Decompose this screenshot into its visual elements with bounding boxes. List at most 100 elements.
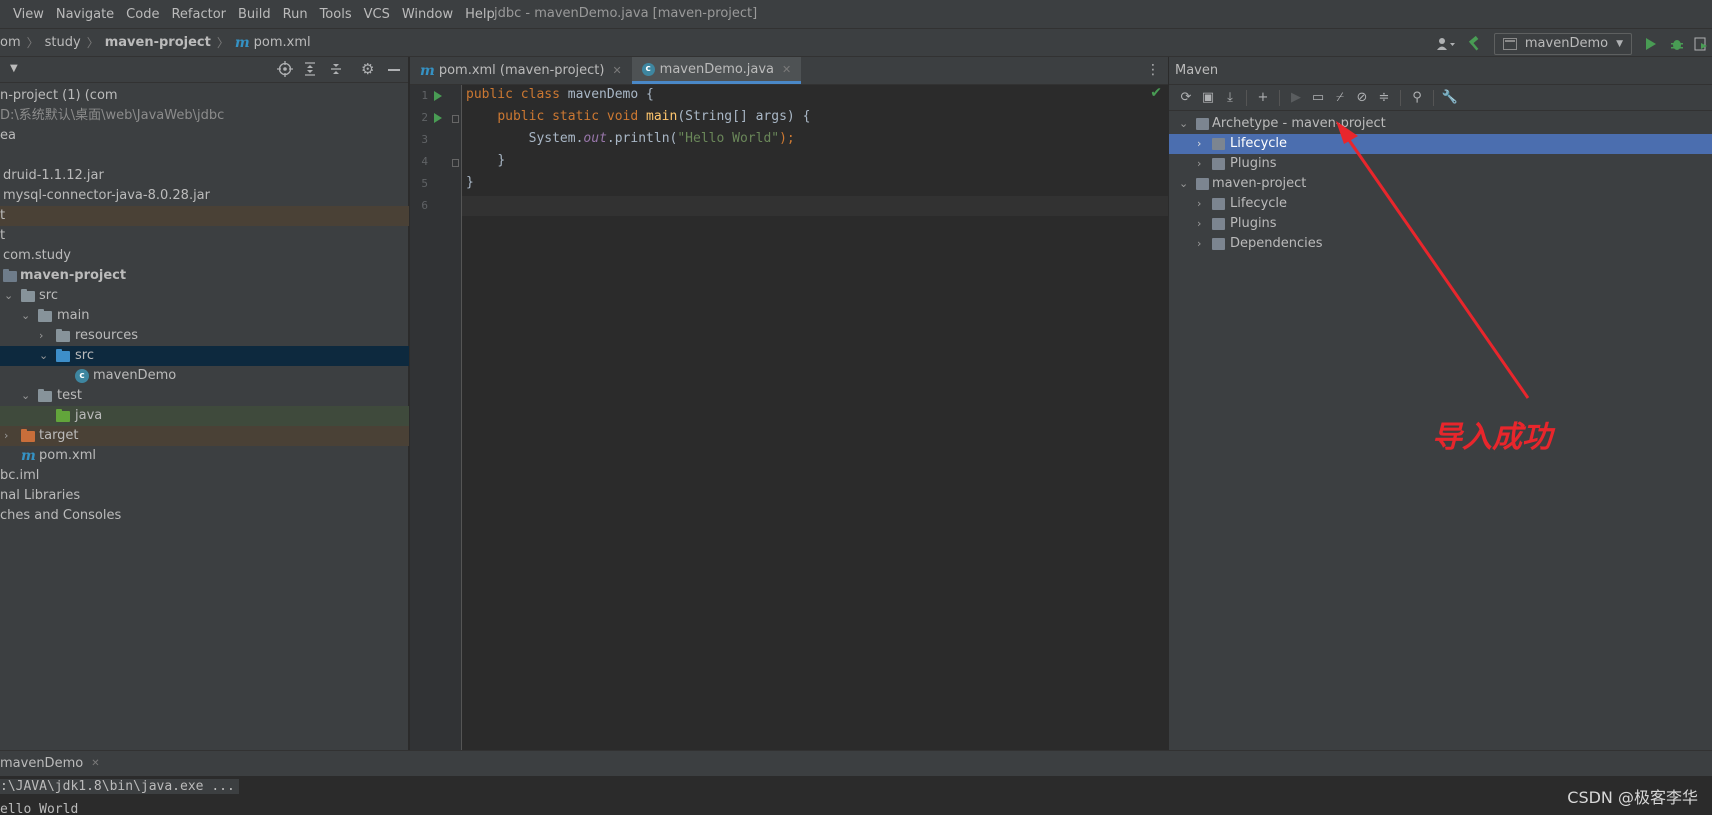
tab-pom-xml[interactable]: m pom.xml (maven-project) ✕ <box>410 57 632 84</box>
console-output[interactable]: :\JAVA\jdk1.8\bin\java.exe ... ello Worl… <box>0 776 1712 815</box>
tab-mavendemo-java[interactable]: c mavenDemo.java ✕ <box>631 57 802 84</box>
project-tool-window: ▼ ⚙ n-project (1) (com D:\系统默认\桌面\web\Ja… <box>0 57 409 750</box>
maven-item-lifecycle-1[interactable]: › Lifecycle <box>1169 134 1712 154</box>
code-editor[interactable]: 1 2 3 4 5 6 public class mavenDemo { pub… <box>410 85 1168 750</box>
menu-tools[interactable]: Tools <box>315 7 357 22</box>
more-options-icon[interactable]: ⋮ <box>1146 62 1160 78</box>
run-configuration-select[interactable]: mavenDemo ▼ <box>1493 32 1632 55</box>
maven-toolbar: ⟳ ▣ ⤓ + ▶ ▭ ⌿ ⊘ ≑ ⚲ 🔧 <box>1169 85 1712 111</box>
chevron-down-icon[interactable]: ⌄ <box>1179 114 1188 134</box>
breadcrumb-maven-project[interactable]: maven-project <box>105 35 211 50</box>
menu-vcs[interactable]: VCS <box>359 7 395 22</box>
maven-item-lifecycle-2[interactable]: › Lifecycle <box>1169 194 1712 214</box>
reload-folder-icon[interactable]: ▣ <box>1197 87 1219 109</box>
download-icon[interactable]: ⤓ <box>1219 87 1241 109</box>
tree-item-project-path: D:\系统默认\桌面\web\JavaWeb\jdbc <box>0 106 409 126</box>
coverage-icon[interactable] <box>1690 37 1712 51</box>
minimize-icon[interactable] <box>388 69 400 71</box>
toggle-offline-icon[interactable]: ⌿ <box>1329 87 1351 109</box>
tree-item-src-selected[interactable]: ⌄ src <box>0 346 409 366</box>
tree-item-idea[interactable]: ea <box>0 126 409 146</box>
tree-item-java[interactable]: java <box>0 406 409 426</box>
code-keyword: public class <box>466 87 560 102</box>
fold-icon[interactable] <box>452 159 459 167</box>
skip-tests-icon[interactable]: ⊘ <box>1351 87 1373 109</box>
chevron-right-icon: 〉 <box>26 36 39 50</box>
tree-item-external-libraries[interactable]: nal Libraries <box>0 486 409 506</box>
chevron-right-icon[interactable]: › <box>4 426 8 446</box>
chevron-down-icon[interactable]: ▼ <box>10 63 18 74</box>
run-icon[interactable] <box>1638 37 1664 51</box>
maven-item-plugins-1[interactable]: › Plugins <box>1169 154 1712 174</box>
menu-run[interactable]: Run <box>278 7 313 22</box>
chevron-right-icon[interactable]: › <box>1197 194 1201 214</box>
maven-item-archetype-project[interactable]: ⌄ Archetype - maven-project <box>1169 114 1712 134</box>
chevron-right-icon[interactable]: › <box>1197 234 1201 254</box>
chevron-right-icon[interactable]: › <box>1197 134 1201 154</box>
add-icon[interactable]: + <box>1252 87 1274 109</box>
tree-item-pom[interactable]: m pom.xml <box>0 446 409 466</box>
run-gutter-icon[interactable] <box>434 91 442 101</box>
run-icon[interactable]: ▶ <box>1285 87 1307 109</box>
tree-item-mysql-jar[interactable]: mysql-connector-java-8.0.28.jar <box>0 186 409 206</box>
execute-goal-icon[interactable]: ▭ <box>1307 87 1329 109</box>
tree-item-com-study[interactable]: com.study <box>0 246 409 266</box>
menu-navigate[interactable]: Navigate <box>51 7 119 22</box>
fold-icon[interactable] <box>452 115 459 123</box>
maven-item-plugins-2[interactable]: › Plugins <box>1169 214 1712 234</box>
menu-build[interactable]: Build <box>233 7 276 22</box>
tree-item-out[interactable]: t <box>0 206 409 226</box>
expand-all-icon[interactable] <box>302 61 318 81</box>
tree-item-project-root[interactable]: n-project (1) (com <box>0 86 409 106</box>
user-icon[interactable] <box>1432 37 1460 51</box>
maven-item-maven-project[interactable]: ⌄ maven-project <box>1169 174 1712 194</box>
reload-icon[interactable]: ⟳ <box>1175 87 1197 109</box>
chevron-right-icon: 〉 <box>216 36 229 50</box>
tree-item-src[interactable]: ⌄ src <box>0 286 409 306</box>
chevron-right-icon[interactable]: › <box>1197 214 1201 234</box>
menu-window[interactable]: Window <box>397 7 458 22</box>
tree-item-resources[interactable]: › resources <box>0 326 409 346</box>
chevron-down-icon[interactable]: ⌄ <box>4 286 13 306</box>
breadcrumb-study[interactable]: study <box>45 35 81 50</box>
tree-item-test[interactable]: ⌄ test <box>0 386 409 406</box>
debug-icon[interactable] <box>1664 37 1690 51</box>
maven-item-dependencies[interactable]: › Dependencies <box>1169 234 1712 254</box>
run-gutter-icon[interactable] <box>434 113 442 123</box>
locate-icon[interactable] <box>277 61 293 81</box>
wrench-icon[interactable]: 🔧 <box>1439 87 1461 109</box>
collapse-all-icon[interactable] <box>328 61 344 81</box>
code-field: out <box>583 131 607 146</box>
chevron-down-icon[interactable]: ⌄ <box>1179 174 1188 194</box>
tree-item-druid-jar[interactable]: druid-1.1.12.jar <box>0 166 409 186</box>
close-icon[interactable]: ✕ <box>612 64 621 77</box>
tree-item-iml[interactable]: bc.iml <box>0 466 409 486</box>
chevron-down-icon[interactable]: ⌄ <box>21 386 30 406</box>
tree-item-mavendemo[interactable]: c mavenDemo <box>0 366 409 386</box>
tree-item-maven-project[interactable]: maven-project <box>0 266 409 286</box>
chevron-right-icon[interactable]: › <box>1197 154 1201 174</box>
gear-icon[interactable]: ⚙ <box>361 60 374 78</box>
tree-item-label: t <box>0 208 6 223</box>
tree-item-t[interactable]: t <box>0 226 409 246</box>
tree-item-target[interactable]: › target <box>0 426 409 446</box>
tree-item-scratches[interactable]: ches and Consoles <box>0 506 409 526</box>
tree-item-label: src <box>39 288 58 303</box>
breadcrumb-pom[interactable]: pom.xml <box>254 35 311 50</box>
hammer-icon[interactable] <box>1460 35 1488 52</box>
collapse-all-icon[interactable]: ≑ <box>1373 87 1395 109</box>
show-dependencies-icon[interactable]: ⚲ <box>1406 87 1428 109</box>
menu-view[interactable]: View <box>8 7 49 22</box>
chevron-down-icon[interactable]: ⌄ <box>21 306 30 326</box>
menu-code[interactable]: Code <box>121 7 164 22</box>
line-number: 3 <box>421 133 428 146</box>
breadcrumb-root[interactable]: om <box>0 35 21 50</box>
tree-item-main[interactable]: ⌄ main <box>0 306 409 326</box>
chevron-right-icon[interactable]: › <box>39 326 43 346</box>
close-icon[interactable]: ✕ <box>782 63 791 76</box>
menu-refactor[interactable]: Refactor <box>166 7 231 22</box>
run-tab-mavendemo[interactable]: mavenDemo ✕ <box>0 756 100 771</box>
chevron-down-icon[interactable]: ⌄ <box>39 346 48 366</box>
close-icon[interactable]: ✕ <box>91 758 99 769</box>
excluded-folder-icon <box>21 429 35 442</box>
